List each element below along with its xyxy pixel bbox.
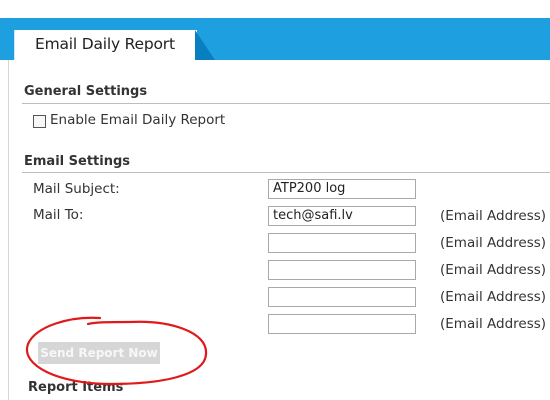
- email-settings-divider: [22, 172, 550, 173]
- enable-email-daily-report-label: Enable Email Daily Report: [50, 112, 226, 128]
- email-address-hint-1: (Email Address): [440, 208, 547, 224]
- mail-to-input-3[interactable]: [268, 260, 416, 280]
- top-band: [0, 0, 550, 18]
- mail-to-input-4[interactable]: [268, 287, 416, 307]
- general-settings-divider: [22, 103, 550, 104]
- email-address-hint-3: (Email Address): [440, 262, 547, 278]
- mail-to-label: Mail To:: [33, 207, 84, 223]
- report-items-title: Report Items: [28, 380, 124, 395]
- page-title: Email Daily Report: [35, 35, 175, 53]
- mail-to-input-2[interactable]: [268, 233, 416, 253]
- email-address-hint-5: (Email Address): [440, 316, 547, 332]
- email-settings-title: Email Settings: [24, 154, 130, 169]
- mail-subject-label: Mail Subject:: [33, 181, 120, 197]
- enable-email-daily-report-checkbox[interactable]: [33, 115, 46, 128]
- mail-to-input-1[interactable]: tech@safi.lv: [268, 206, 416, 226]
- send-report-now-button[interactable]: Send Report Now: [38, 342, 160, 364]
- general-settings-title: General Settings: [24, 84, 148, 99]
- mail-to-input-5[interactable]: [268, 314, 416, 334]
- email-address-hint-2: (Email Address): [440, 235, 547, 251]
- email-address-hint-4: (Email Address): [440, 289, 547, 305]
- mail-subject-input[interactable]: ATP200 log: [268, 179, 416, 199]
- tab-slant-decoration: [195, 30, 215, 60]
